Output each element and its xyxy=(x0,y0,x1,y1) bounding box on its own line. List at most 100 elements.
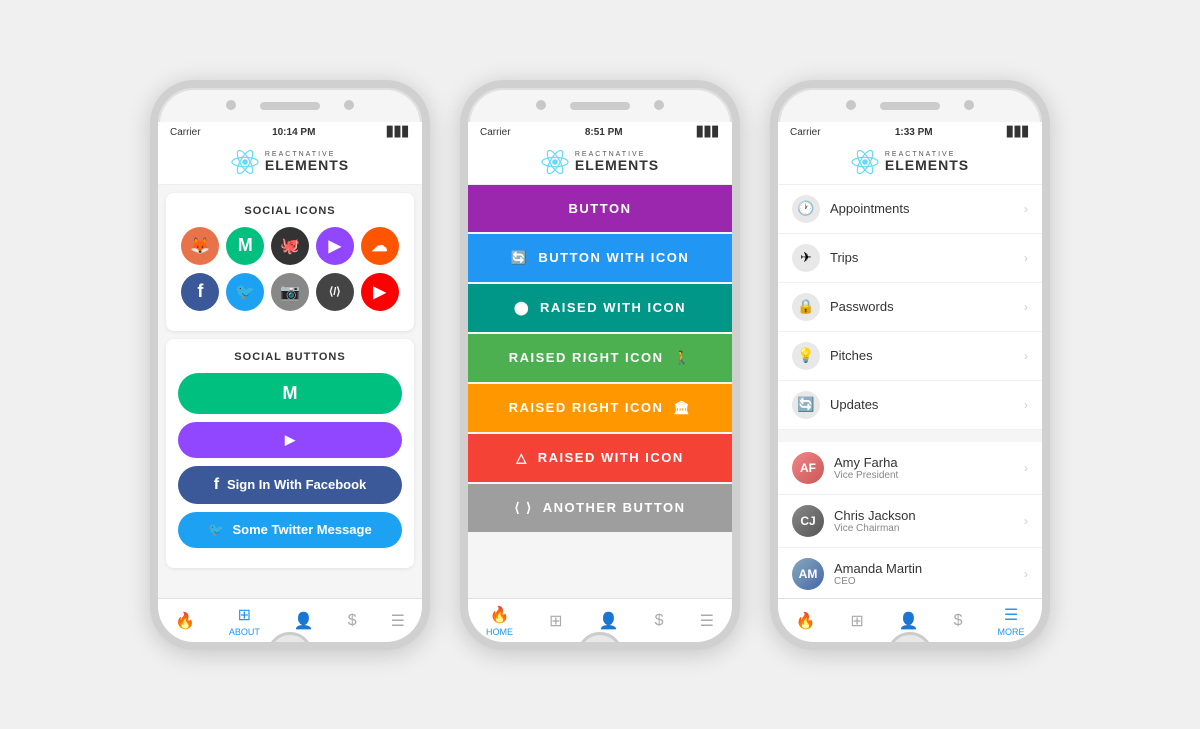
phone1-time: 10:14 PM xyxy=(272,127,315,138)
tab1-about[interactable]: ⊞ ABOUT xyxy=(229,605,260,637)
btn-icon-code: ⟨ ⟩ xyxy=(514,500,532,516)
chris-chevron: › xyxy=(1024,514,1028,528)
instagram-icon[interactable]: 📷 xyxy=(271,273,309,311)
list-item-pitches[interactable]: 💡 Pitches › xyxy=(778,332,1042,381)
phone3: Carrier 1:33 PM ▊▊▊ REACTNATI xyxy=(770,80,1050,650)
tab2-home[interactable]: 🔥 HOME xyxy=(486,605,513,637)
phone2-logo-text: REACTNATIVE ELEMENTS xyxy=(575,151,659,172)
list-item-amy[interactable]: AF Amy Farha Vice President › xyxy=(778,442,1042,495)
pitches-label: Pitches xyxy=(830,348,1014,363)
updates-chevron: › xyxy=(1024,398,1028,412)
facebook-button[interactable]: f Sign In With Facebook xyxy=(178,466,402,504)
phone3-logo-text: REACTNATIVE ELEMENTS xyxy=(885,151,969,172)
facebook-btn-icon: f xyxy=(214,476,219,494)
medium-button[interactable]: M xyxy=(178,373,402,414)
phone3-time: 1:33 PM xyxy=(895,127,933,138)
tab2-menu[interactable]: ☰ xyxy=(700,611,714,631)
trips-chevron: › xyxy=(1024,251,1028,265)
appointments-text: Appointments xyxy=(830,201,1014,216)
phone1-wrapper: Carrier 10:14 PM ▊▊▊ REACTNAT xyxy=(150,80,430,650)
tab3-profile[interactable]: 👤 xyxy=(899,611,919,631)
appointments-chevron: › xyxy=(1024,202,1028,216)
amanda-name: Amanda Martin xyxy=(834,561,1014,576)
menu-tab-icon: ☰ xyxy=(391,611,405,631)
react-logo-icon xyxy=(231,148,259,176)
list-item-appointments[interactable]: 🕐 Appointments › xyxy=(778,185,1042,234)
raised-with-icon-red[interactable]: △ RAISED WITH ICON xyxy=(468,434,732,482)
pitches-chevron: › xyxy=(1024,349,1028,363)
avatar-chris: CJ xyxy=(792,505,824,537)
avatar-amanda: AM xyxy=(792,558,824,590)
home-tab-icon: 🔥 xyxy=(175,611,195,631)
twitter-button[interactable]: 🐦 Some Twitter Message xyxy=(178,512,402,548)
twitter-btn-label: Some Twitter Message xyxy=(232,522,371,537)
youtube-icon[interactable]: ▶ xyxy=(361,273,399,311)
raised-with-icon-teal[interactable]: ⬤ RAISED WITH ICON xyxy=(468,284,732,332)
tab3-display[interactable]: ⊞ xyxy=(850,611,863,631)
list-item-passwords[interactable]: 🔒 Passwords › xyxy=(778,283,1042,332)
icons-row1: 🦊 M 🐙 ▶ ☁ xyxy=(178,227,402,265)
phone2-header: REACTNATIVE ELEMENTS xyxy=(468,142,732,185)
twitch-button[interactable]: ▶ xyxy=(178,422,402,458)
phone3-logo: REACTNATIVE ELEMENTS xyxy=(851,148,969,176)
phone2-status-bar: Carrier 8:51 PM ▊▊▊ xyxy=(468,122,732,142)
twitter-icon[interactable]: 🐦 xyxy=(226,273,264,311)
social-icons-card: SOCIAL ICONS 🦊 M 🐙 ▶ ☁ f 🐦 📷 ⟨/ xyxy=(166,193,414,331)
home-tab-icon2: 🔥 xyxy=(490,605,510,625)
tab1-profile[interactable]: 👤 xyxy=(294,611,314,631)
tab1-dollar[interactable]: $ xyxy=(348,612,357,630)
dollar-tab-icon: $ xyxy=(348,612,357,630)
list-item-trips[interactable]: ✈ Trips › xyxy=(778,234,1042,283)
trips-text: Trips xyxy=(830,250,1014,265)
tab3-home[interactable]: 🔥 xyxy=(795,611,815,631)
raised-right-icon-green[interactable]: RAISED RIGHT ICON 🚶 xyxy=(468,334,732,382)
phone1-battery: ▊▊▊ xyxy=(387,127,410,138)
twitch-btn-icon: ▶ xyxy=(285,432,295,448)
facebook-icon[interactable]: f xyxy=(181,273,219,311)
medium-icon[interactable]: M xyxy=(226,227,264,265)
phones-container: Carrier 10:14 PM ▊▊▊ REACTNAT xyxy=(130,60,1070,670)
twitch-icon[interactable]: ▶ xyxy=(316,227,354,265)
social-icons-title: SOCIAL ICONS xyxy=(178,205,402,217)
tab2-dollar[interactable]: $ xyxy=(655,612,664,630)
tab2-profile[interactable]: 👤 xyxy=(599,611,619,631)
tab3-dollar[interactable]: $ xyxy=(954,612,963,630)
react-logo-icon2 xyxy=(541,148,569,176)
list-item-amanda[interactable]: AM Amanda Martin CEO › xyxy=(778,548,1042,598)
amy-chevron: › xyxy=(1024,461,1028,475)
button-with-icon[interactable]: 🔄 BUTTON WITH ICON xyxy=(468,234,732,282)
button-plain[interactable]: BUTTON xyxy=(468,185,732,232)
btn-icon-circle: ⬤ xyxy=(514,300,530,316)
profile-tab-icon3: 👤 xyxy=(899,611,919,631)
phone3-status-bar: Carrier 1:33 PM ▊▊▊ xyxy=(778,122,1042,142)
phone2-battery: ▊▊▊ xyxy=(697,127,720,138)
soundcloud-icon[interactable]: ☁ xyxy=(361,227,399,265)
appointments-icon: 🕐 xyxy=(792,195,820,223)
raised-right-icon-orange[interactable]: RAISED RIGHT ICON 🏛 xyxy=(468,384,732,432)
icons-row2: f 🐦 📷 ⟨/⟩ ▶ xyxy=(178,273,402,311)
profile-tab-icon2: 👤 xyxy=(599,611,619,631)
dollar-tab-icon3: $ xyxy=(954,612,963,630)
tab3-more[interactable]: ☰ MORE xyxy=(998,605,1025,637)
phone1-camera xyxy=(344,100,354,110)
amy-text: Amy Farha Vice President xyxy=(834,455,1014,481)
tab1-home[interactable]: 🔥 xyxy=(175,611,195,631)
stackexchange-icon[interactable]: ⟨/⟩ xyxy=(316,273,354,311)
tab1-menu[interactable]: ☰ xyxy=(391,611,405,631)
phone2-screen: Carrier 8:51 PM ▊▊▊ REACTNATI xyxy=(468,122,732,642)
phone1-status-bar: Carrier 10:14 PM ▊▊▊ xyxy=(158,122,422,142)
updates-text: Updates xyxy=(830,397,1014,412)
pitches-icon: 💡 xyxy=(792,342,820,370)
passwords-text: Passwords xyxy=(830,299,1014,314)
chris-name: Chris Jackson xyxy=(834,508,1014,523)
amanda-chevron: › xyxy=(1024,567,1028,581)
github-icon[interactable]: 🐙 xyxy=(271,227,309,265)
phone2-content: BUTTON 🔄 BUTTON WITH ICON ⬤ RAISED WITH … xyxy=(468,185,732,598)
list-item-chris[interactable]: CJ Chris Jackson Vice Chairman › xyxy=(778,495,1042,548)
list-item-updates[interactable]: 🔄 Updates › xyxy=(778,381,1042,430)
logo-elements-label: ELEMENTS xyxy=(265,158,349,172)
amanda-role: CEO xyxy=(834,576,1014,587)
another-button[interactable]: ⟨ ⟩ ANOTHER BUTTON xyxy=(468,484,732,532)
tab2-display[interactable]: ⊞ xyxy=(549,611,562,631)
foxo-icon[interactable]: 🦊 xyxy=(181,227,219,265)
